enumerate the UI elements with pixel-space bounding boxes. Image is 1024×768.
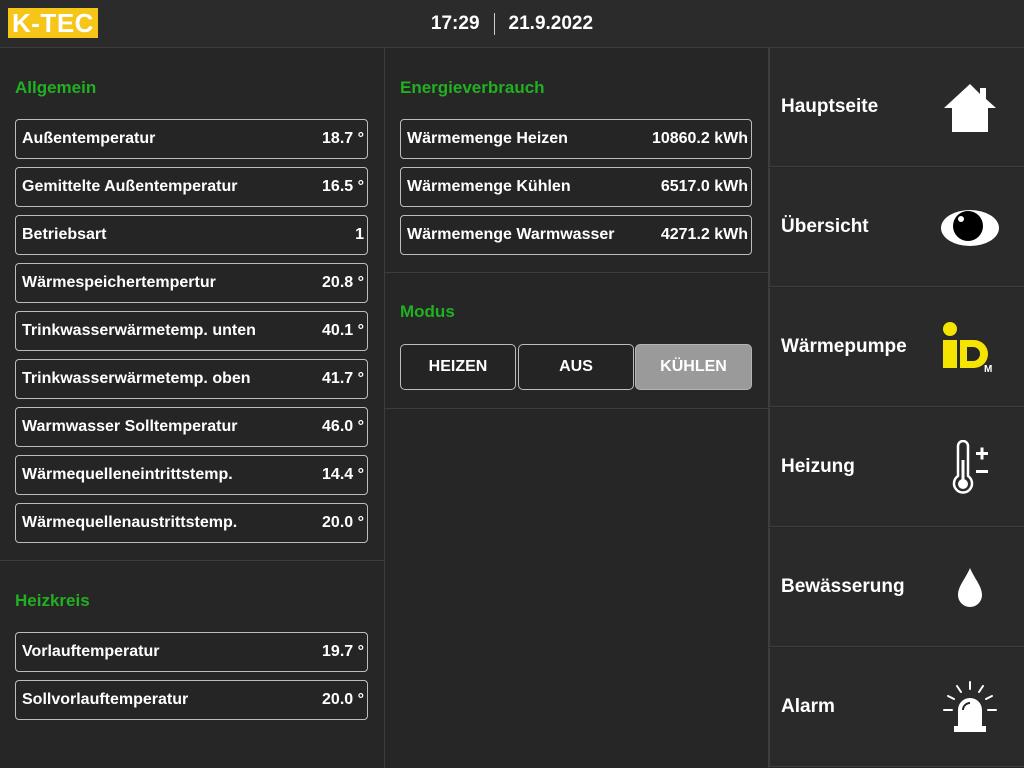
row-label: Wärmequelleneintrittstemp. [22,466,233,483]
nav-label: Heizung [781,456,855,477]
section-divider [0,560,384,561]
row-value: 6517.0 kWh [660,178,748,195]
nav-uebersicht[interactable]: Übersicht [769,168,1024,287]
alarm-light-icon [920,648,1020,767]
data-row-waermequelle-eintritt: Wärmequelleneintrittstemp. 14.4 ° [15,455,368,495]
data-row-waermemenge-kuehlen: Wärmemenge Kühlen 6517.0 kWh [400,167,752,207]
row-value: 46.0 ° [322,418,364,435]
data-row-trinkwasser-unten: Trinkwasserwärmetemp. unten 40.1 ° [15,311,368,351]
mode-aus-button[interactable]: AUS [518,344,634,390]
nav-label: Wärmepumpe [781,336,907,357]
data-row-betriebsart: Betriebsart 1 [15,215,368,255]
data-row-trinkwasser-oben: Trinkwasserwärmetemp. oben 41.7 ° [15,359,368,399]
nav-label: Hauptseite [781,96,879,117]
row-value: 20.0 ° [322,691,364,708]
section-title-energieverbrauch: Energieverbrauch [400,78,545,97]
navigation-panel: Hauptseite Übersicht Wärmepumpe M Heizun… [769,48,1024,768]
nav-alarm[interactable]: Alarm [769,648,1024,767]
row-label: Betriebsart [22,226,107,243]
section-title-allgemein: Allgemein [15,78,97,97]
section-title-heizkreis: Heizkreis [15,591,90,610]
nav-waermepumpe[interactable]: Wärmepumpe M [769,288,1024,407]
data-row-sollvorlauftemperatur: Sollvorlauftemperatur 20.0 ° [15,680,368,720]
row-value: 4271.2 kWh [660,226,748,243]
row-label: Wärmemenge Heizen [407,130,568,147]
nav-hauptseite[interactable]: Hauptseite [769,48,1024,167]
section-divider [385,272,768,273]
data-row-aussentemperatur: Außentemperatur 18.7 ° [15,119,368,159]
row-value: 18.7 ° [322,130,364,147]
nav-label: Bewässerung [781,576,905,597]
mode-heizen-button[interactable]: HEIZEN [400,344,516,390]
datetime-display: 17:29 21.9.2022 [0,0,1024,48]
row-value: 41.7 ° [322,370,364,387]
row-value: 20.0 ° [322,514,364,531]
row-value: 40.1 ° [322,322,364,339]
row-value: 16.5 ° [322,178,364,195]
data-row-waermespeichertemperatur: Wärmespeichertempertur 20.8 ° [15,263,368,303]
row-value: 14.4 ° [322,466,364,483]
mode-kuehlen-button[interactable]: KÜHLEN [635,344,752,390]
row-label: Wärmespeichertempertur [22,274,216,291]
row-label: Wärmequellenaustrittstemp. [22,514,238,531]
date-display: 21.9.2022 [508,13,594,34]
row-label: Vorlauftemperatur [22,643,160,660]
row-value: 19.7 ° [322,643,364,660]
home-icon [920,48,1020,167]
section-divider [385,408,768,409]
nav-bewaesserung[interactable]: Bewässerung [769,528,1024,647]
data-row-vorlauftemperatur: Vorlauftemperatur 19.7 ° [15,632,368,672]
general-panel: Allgemein Außentemperatur 18.7 ° Gemitte… [0,48,385,768]
id-logo-icon: M [920,288,1020,407]
data-row-waermemenge-warmwasser: Wärmemenge Warmwasser 4271.2 kWh [400,215,752,255]
row-label: Sollvorlauftemperatur [22,691,189,708]
row-label: Außentemperatur [22,130,156,147]
row-label: Trinkwasserwärmetemp. oben [22,370,251,387]
row-label: Gemittelte Außentemperatur [22,178,238,195]
thermometer-icon [920,408,1020,527]
row-label: Trinkwasserwärmetemp. unten [22,322,256,339]
row-label: Warmwasser Solltemperatur [22,418,238,435]
data-row-waermemenge-heizen: Wärmemenge Heizen 10860.2 kWh [400,119,752,159]
row-label: Wärmemenge Warmwasser [407,226,615,243]
water-drop-icon [920,528,1020,647]
nav-label: Übersicht [781,216,869,237]
top-bar: K-TEC 17:29 21.9.2022 [0,0,1024,48]
time-display: 17:29 [430,13,480,34]
nav-label: Alarm [781,696,835,717]
row-value: 1 [355,226,364,243]
svg-text:M: M [984,364,992,375]
nav-heizung[interactable]: Heizung [769,408,1024,527]
data-row-gemittelte-aussentemperatur: Gemittelte Außentemperatur 16.5 ° [15,167,368,207]
data-row-warmwasser-soll: Warmwasser Solltemperatur 46.0 ° [15,407,368,447]
datetime-separator [493,13,495,35]
section-title-modus: Modus [400,302,455,321]
row-value: 20.8 ° [322,274,364,291]
energy-panel: Energieverbrauch Wärmemenge Heizen 10860… [385,48,769,768]
eye-icon [920,168,1020,287]
row-label: Wärmemenge Kühlen [407,178,571,195]
data-row-waermequelle-austritt: Wärmequellenaustrittstemp. 20.0 ° [15,503,368,543]
row-value: 10860.2 kWh [651,130,748,147]
